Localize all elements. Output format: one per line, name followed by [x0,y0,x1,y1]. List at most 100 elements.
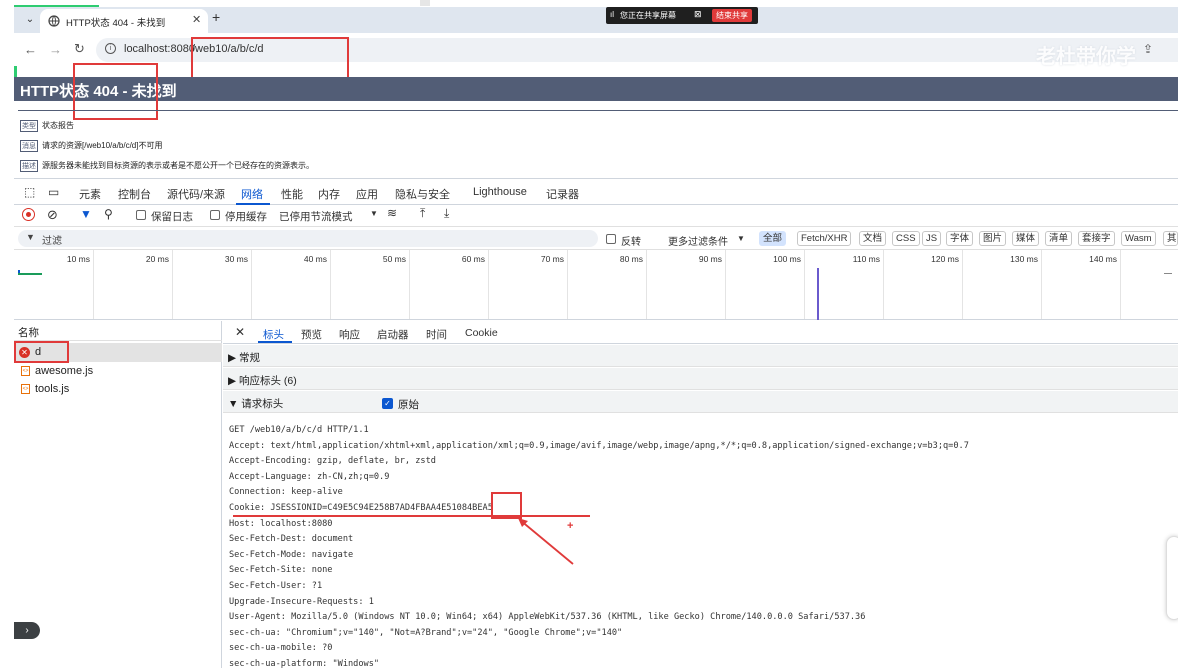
wifi-settings-icon[interactable]: ≋ [387,206,397,220]
raw-checkbox[interactable]: ✓ [382,398,393,409]
tab-search-button[interactable]: ⌄ [22,12,38,28]
info-tag: 类型 [20,120,38,132]
general-section[interactable]: ▶ 常规 [228,350,260,365]
filter-chip-all[interactable]: 全部 [759,231,787,246]
info-text: 源服务器未能找到目标资源的表示或者是不愿公开一个已经存在的资源表示。 [42,161,314,170]
timeline-tick-label: 90 ms [698,254,722,264]
detail-tab-timing[interactable]: 时间 [426,327,447,342]
timeline-overview: 10 ms 20 ms 30 ms 40 ms 50 ms 60 ms 70 ms 80 ms… [14,250,1178,320]
timeline-tick-label: 30 ms [224,254,248,264]
timeline-tick-label: 140 ms [1089,254,1117,264]
stop-share-button[interactable]: 结束共享 [712,9,752,22]
download-icon[interactable]: ⤓ [444,206,449,221]
close-icon[interactable]: ✕ [192,13,201,26]
timeline-gridline [488,250,489,319]
section-bg [223,345,1178,367]
detail-tab-cookies[interactable]: Cookie [465,327,498,339]
share-status-text: 您正在共享屏幕 [620,11,676,20]
tab-network[interactable]: 网络 [241,186,263,202]
tab-console[interactable]: 控制台 [118,186,151,202]
info-row-type: 类型 状态报告 [20,120,74,132]
raw-header-line: Accept-Encoding: gzip, deflate, br, zstd [229,456,436,467]
timeline-gridline [93,250,94,319]
filter-chip-other[interactable]: 其 [1163,231,1178,246]
filter-input[interactable]: ▼ 过滤 [18,230,598,247]
info-icon[interactable]: i [105,43,116,54]
filter-chip-media[interactable]: 媒体 [1012,231,1040,246]
raw-header-line: Accept: text/html,application/xhtml+xml,… [229,440,969,451]
filter-chip-wasm[interactable]: Wasm [1121,231,1156,246]
filter-chip-fetch[interactable]: Fetch/XHR [797,231,852,246]
filter-chip-font[interactable]: 字体 [946,231,974,246]
raw-header-line: Accept-Language: zh-CN,zh;q=0.9 [229,471,390,482]
request-name[interactable]: awesome.js [35,365,93,377]
section-bg [223,368,1178,390]
timeline-tick-label: 10 ms [66,254,90,264]
response-headers-section[interactable]: ▶ 响应标头 (6) [228,373,297,388]
detail-tab-initiator[interactable]: 启动器 [377,327,409,342]
share-page-icon[interactable]: ⇪ [1143,42,1153,56]
request-headers-section[interactable]: ▼ 请求标头 [228,396,283,411]
filter-chip-doc[interactable]: 文档 [859,231,887,246]
section-bg [223,391,1178,413]
filter-chip-css[interactable]: CSS [892,231,920,246]
hide-icon[interactable]: ⊠ [694,9,702,20]
raw-header-line: sec-ch-ua-platform: "Windows" [229,659,380,668]
timeline-marker [1164,273,1172,274]
search-icon[interactable]: ⚲ [104,207,113,221]
chevron-down-icon[interactable]: ▼ [370,209,378,218]
detail-tab-preview[interactable]: 预览 [301,327,322,342]
tab-recorder[interactable]: 记录器 [546,186,579,202]
timeline-gridline [804,250,805,319]
forward-icon[interactable]: → [49,42,62,57]
tab-performance[interactable]: 性能 [281,186,303,202]
tab-lighthouse[interactable]: Lighthouse [473,186,527,198]
tab-sources[interactable]: 源代码/来源 [167,186,225,202]
upload-icon[interactable]: ⤒ [420,206,425,221]
filter-chip-js[interactable]: JS [922,231,942,246]
raw-header-line: User-Agent: Mozilla/5.0 (Windows NT 10.0… [229,612,866,623]
side-panel-handle[interactable] [1166,536,1178,620]
expand-drawer-button[interactable]: › [14,622,40,639]
browser-tab[interactable]: HTTP状态 404 - 未找到 ✕ [40,9,208,33]
info-text: 请求的资源[/web10/a/b/c/d]不可用 [42,141,163,150]
record-icon[interactable] [22,208,35,221]
tab-memory[interactable]: 内存 [318,186,340,202]
tab-elements[interactable]: 元素 [79,186,101,202]
filter-chip-img[interactable]: 图片 [979,231,1007,246]
device-icon[interactable]: ▭ [48,185,59,199]
invert-checkbox[interactable] [606,234,616,244]
tab-title: HTTP状态 404 - 未找到 [66,18,166,29]
script-icon: <> [21,366,30,376]
tab-application[interactable]: 应用 [356,186,378,202]
raw-header-line: Host: localhost:8080 [229,518,333,529]
preserve-log-checkbox[interactable] [136,210,146,220]
globe-icon [48,15,60,27]
detail-tab-headers[interactable]: 标头 [263,327,284,342]
timeline-gridline [172,250,173,319]
filter-icon[interactable]: ▼ [80,207,92,221]
throttle-select[interactable]: 已停用节流模式 [279,209,353,224]
new-tab-button[interactable]: + [212,9,220,25]
back-icon[interactable]: ← [24,42,37,57]
invert-label: 反转 [621,237,641,248]
more-filters-dropdown[interactable]: 更多过滤条件 [668,233,728,248]
timeline-gridline [251,250,252,319]
timeline-gridline [409,250,410,319]
disable-cache-checkbox[interactable] [210,210,220,220]
filter-icon: ▼ [26,232,35,242]
timeline-bar [18,270,20,273]
request-name[interactable]: tools.js [35,383,69,395]
timeline-bar [18,273,42,275]
filter-chip-socket[interactable]: 套接字 [1078,231,1115,246]
inspect-icon[interactable]: ⬚ [24,185,35,199]
raw-header-line: Sec-Fetch-Site: none [229,565,333,576]
filter-chip-manifest[interactable]: 清单 [1045,231,1073,246]
reload-icon[interactable]: ↻ [74,41,85,57]
tab-privacy[interactable]: 隐私与安全 [395,186,450,202]
timeline-tick-label: 60 ms [461,254,485,264]
detail-tab-response[interactable]: 响应 [339,327,360,342]
close-icon[interactable]: ✕ [235,325,245,339]
chevron-down-icon[interactable]: ▼ [737,234,745,243]
clear-icon[interactable]: ⊘ [47,207,58,223]
